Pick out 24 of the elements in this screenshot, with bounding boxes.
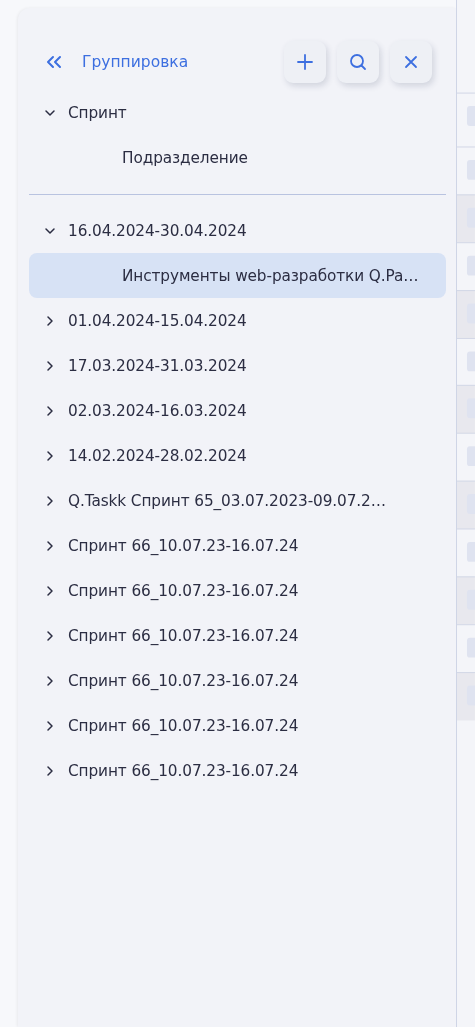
plus-icon <box>296 53 315 71</box>
tree-item-label[interactable]: Q.Taskk Спринт 65_03.07.2023-09.07.2… <box>68 491 386 510</box>
tree-item-label[interactable]: Спринт 66_10.07.23-16.07.24 <box>68 761 299 780</box>
close-button[interactable] <box>390 41 433 83</box>
tree-item-label[interactable]: 16.04.2024-30.04.2024 <box>68 221 247 240</box>
panel-title: Группировка <box>82 53 190 71</box>
search-icon <box>349 53 368 71</box>
tree-item-label[interactable]: Спринт <box>68 103 127 122</box>
add-button[interactable] <box>284 41 327 83</box>
tree-item-label[interactable]: 17.03.2024-31.03.2024 <box>68 356 247 375</box>
tree-item-label[interactable]: 01.04.2024-15.04.2024 <box>68 311 247 330</box>
close-icon <box>404 55 419 69</box>
tree-item-label[interactable]: Спринт 66_10.07.23-16.07.24 <box>68 581 299 600</box>
tree-item-label[interactable]: 02.03.2024-16.03.2024 <box>68 401 247 420</box>
search-button[interactable] <box>337 41 380 83</box>
tree-item-label[interactable]: Спринт 66_10.07.23-16.07.24 <box>68 626 299 645</box>
double-chevron-left-icon[interactable] <box>45 55 63 69</box>
tree-item-label[interactable]: Спринт 66_10.07.23-16.07.24 <box>68 536 299 555</box>
tree-item-label[interactable]: Спринт 66_10.07.23-16.07.24 <box>68 671 299 690</box>
tree-item-label[interactable]: Подразделение <box>122 148 248 167</box>
tree-item-label[interactable]: Спринт 66_10.07.23-16.07.24 <box>68 716 299 735</box>
tree-item-label: Инструменты web-разработки Q.Pa… <box>122 266 419 285</box>
selected-row[interactable]: Инструменты web-разработки Q.Pa… <box>29 253 447 298</box>
tree-item-label[interactable]: 14.02.2024-28.02.2024 <box>68 446 247 465</box>
